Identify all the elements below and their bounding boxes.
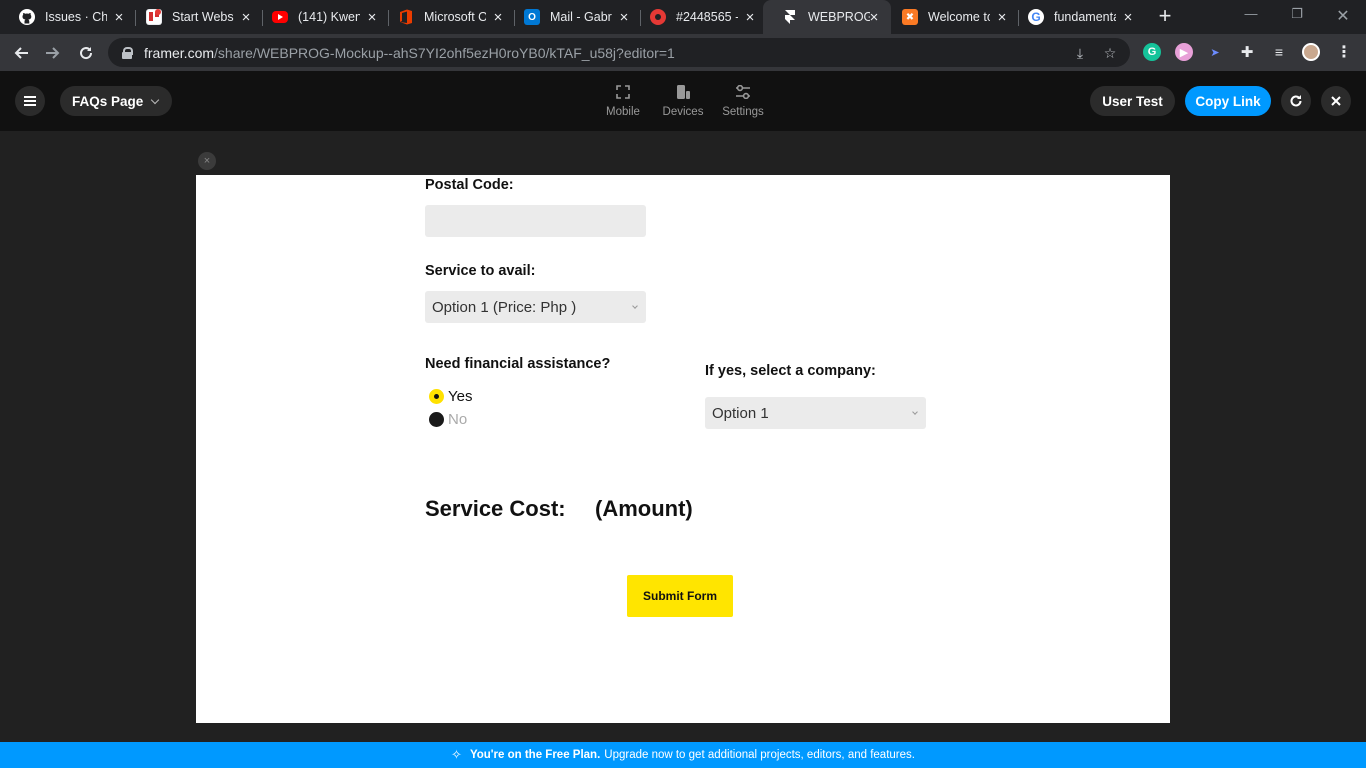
forward-icon[interactable] — [42, 42, 64, 64]
browser-tab[interactable]: Microsoft O × — [379, 0, 515, 34]
financial-assistance-label: Need financial assistance? — [425, 356, 611, 372]
google-icon: G — [1028, 9, 1044, 25]
browser-tab[interactable]: ✖ Welcome to × — [883, 0, 1019, 34]
browser-tab[interactable]: Start Websi × — [127, 0, 263, 34]
browser-tab[interactable]: (141) Kwent × — [253, 0, 389, 34]
office-icon — [398, 9, 414, 25]
close-icon — [1331, 96, 1341, 106]
fullscreen-icon — [595, 83, 651, 101]
close-icon[interactable]: × — [112, 9, 126, 26]
radio-no[interactable]: No — [429, 411, 467, 428]
close-preview-button[interactable] — [1321, 86, 1351, 116]
more-menu-icon[interactable]: ⋮ — [1335, 43, 1353, 61]
tool-settings[interactable]: Settings — [715, 83, 771, 118]
refresh-icon — [1290, 95, 1302, 107]
free-plan-banner[interactable]: ✧ You're on the Free Plan. Upgrade now t… — [0, 742, 1366, 768]
service-label: Service to avail: — [425, 263, 536, 279]
service-cost-label: Service Cost: — [425, 496, 566, 521]
play-extension-icon[interactable]: ▶ — [1175, 43, 1193, 61]
avatar[interactable] — [1302, 43, 1320, 61]
close-icon[interactable]: × — [743, 9, 757, 26]
framer-icon — [782, 9, 798, 25]
grammarly-icon[interactable]: G — [1143, 43, 1161, 61]
chevron-down-icon — [912, 409, 918, 415]
radio-unselected-icon[interactable] — [429, 412, 444, 427]
outlook-icon: O — [524, 9, 540, 25]
preview-frame: Postal Code: Service to avail: Option 1 … — [196, 175, 1170, 723]
user-test-button[interactable]: User Test — [1090, 86, 1175, 116]
page-selector[interactable]: FAQs Page — [60, 86, 172, 116]
service-cost-value: (Amount) — [595, 496, 693, 521]
postal-code-input[interactable] — [425, 205, 646, 237]
tool-devices[interactable]: Devices — [655, 83, 711, 118]
close-icon[interactable]: × — [995, 9, 1009, 26]
radio-yes[interactable]: Yes — [429, 388, 472, 405]
media-queue-icon[interactable]: ≡ — [1270, 43, 1288, 61]
company-select[interactable]: Option 1 — [705, 397, 926, 429]
close-icon[interactable]: × — [365, 9, 379, 26]
hamburger-menu-button[interactable] — [15, 86, 45, 116]
extensions-puzzle-icon[interactable]: ✚ — [1238, 43, 1256, 61]
sliders-icon — [715, 83, 771, 101]
sparkle-icon: ✧ — [451, 747, 462, 762]
browser-tab[interactable]: G fundamenta × — [1009, 0, 1145, 34]
preview-canvas: × Postal Code: Service to avail: Option … — [0, 131, 1366, 742]
close-icon[interactable]: × — [239, 9, 253, 26]
lock-icon — [122, 46, 133, 59]
back-icon[interactable] — [10, 42, 32, 64]
framer-toolbar: FAQs Page Mobile Devices Settings User T… — [0, 71, 1366, 131]
window-close-icon[interactable]: ✕ — [1332, 6, 1354, 26]
copy-link-button[interactable]: Copy Link — [1185, 86, 1271, 116]
github-icon — [19, 9, 35, 25]
restore-icon[interactable]: ❐ — [1286, 6, 1308, 26]
close-icon[interactable]: × — [867, 9, 881, 26]
install-icon[interactable]: ⤓ — [1072, 45, 1088, 61]
submit-form-button[interactable]: Submit Form — [627, 575, 733, 617]
browser-tab[interactable]: Issues · Chr × — [0, 0, 136, 34]
close-icon[interactable]: × — [617, 9, 631, 26]
postal-code-label: Postal Code: — [425, 177, 514, 193]
chevron-down-icon — [151, 95, 160, 104]
browser-tab[interactable]: O Mail - Gabr × — [505, 0, 641, 34]
youtube-icon — [272, 11, 288, 23]
new-tab-button[interactable]: + — [1154, 5, 1176, 28]
close-icon[interactable]: × — [1121, 9, 1135, 26]
trello-icon — [146, 9, 162, 25]
devices-icon — [655, 83, 711, 101]
xampp-icon: ✖ — [902, 9, 918, 25]
browser-tab-strip: Issues · Chr × Start Websi × (141) Kwent… — [0, 0, 1366, 34]
refresh-button[interactable] — [1281, 86, 1311, 116]
minimize-icon[interactable]: — — [1240, 6, 1262, 26]
company-label: If yes, select a company: — [705, 363, 876, 379]
close-icon[interactable]: × — [491, 9, 505, 26]
radio-selected-icon[interactable] — [429, 389, 444, 404]
address-bar[interactable]: framer.com/share/WEBPROG-Mockup--ahS7YI2… — [108, 38, 1130, 67]
close-frame-icon[interactable]: × — [198, 152, 216, 170]
tool-mobile[interactable]: Mobile — [595, 83, 651, 118]
chevron-down-icon — [632, 303, 638, 309]
service-select[interactable]: Option 1 (Price: Php ) — [425, 291, 646, 323]
browser-tab-active[interactable]: WEBPROG M × — [763, 0, 891, 34]
reload-icon[interactable] — [75, 42, 97, 64]
bookmark-star-icon[interactable]: ☆ — [1102, 45, 1118, 61]
record-icon — [650, 9, 666, 25]
menu-icon — [24, 96, 36, 106]
browser-tab[interactable]: #2448565 - × — [631, 0, 767, 34]
browser-toolbar: framer.com/share/WEBPROG-Mockup--ahS7YI2… — [0, 34, 1366, 71]
cursor-extension-icon[interactable]: ➤ — [1206, 43, 1224, 61]
